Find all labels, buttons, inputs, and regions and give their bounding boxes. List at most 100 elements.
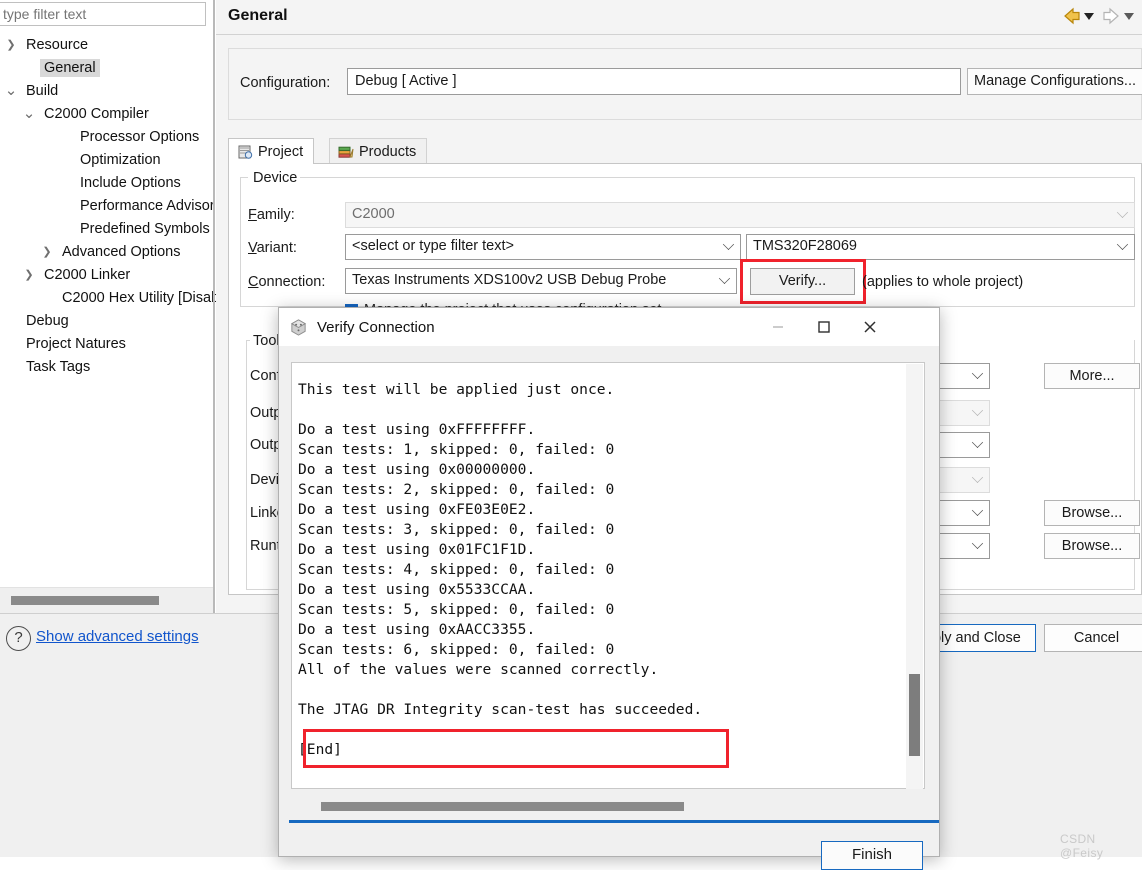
tree-item-label: C2000 Linker — [44, 266, 131, 283]
tree-item-project-natures[interactable]: Project Natures — [0, 332, 214, 355]
device-group-border-right — [298, 177, 1135, 178]
connection-label: Connection: — [248, 274, 326, 290]
title-rule — [216, 34, 1142, 35]
dialog-body: This test will be applied just once. Do … — [279, 346, 939, 870]
variant-label: Variant: — [248, 240, 297, 256]
verify-button-highlight — [740, 259, 866, 304]
chevron-down-icon — [971, 471, 984, 484]
tree-horizontal-scrollbar[interactable] — [0, 587, 214, 613]
tree-item-label: Predefined Symbols — [80, 220, 210, 237]
close-icon[interactable] — [847, 308, 893, 346]
tree-item-debug[interactable]: Debug — [0, 309, 214, 332]
watermark: CSDN @Feisy — [1060, 832, 1104, 860]
tab-project-label: Project — [258, 143, 304, 160]
dialog-separator — [289, 820, 939, 823]
tree-item-general[interactable]: General — [0, 56, 214, 79]
variant-combo[interactable]: TMS320F28069 — [746, 234, 1135, 260]
settings-row-button[interactable]: More... — [1044, 363, 1140, 389]
connection-combo[interactable]: Texas Instruments XDS100v2 USB Debug Pro… — [345, 268, 737, 294]
forward-arrow-icon — [1103, 7, 1119, 25]
cancel-button[interactable]: Cancel — [1044, 624, 1142, 652]
log-vertical-scrollbar[interactable] — [906, 364, 923, 789]
family-label: Family: — [248, 207, 295, 223]
chevron-right-icon[interactable]: ❯ — [36, 245, 58, 258]
minimize-icon[interactable] — [755, 308, 801, 346]
ti-cube-icon — [290, 318, 307, 336]
tab-products[interactable]: Products — [329, 138, 428, 164]
variant-value: TMS320F28069 — [753, 238, 857, 254]
variant-filter-combo[interactable]: <select or type filter text> — [345, 234, 741, 260]
log-vertical-scroll-thumb[interactable] — [909, 674, 920, 756]
chevron-down-icon — [971, 436, 984, 449]
tree-item-build[interactable]: ⌄ Build — [0, 79, 214, 102]
log-horizontal-scroll-thumb[interactable] — [321, 802, 684, 811]
maximize-icon[interactable] — [801, 308, 847, 346]
settings-tree-panel: ❯ Resource General ⌄ Build ⌄ C2000 Compiler Pro… — [0, 0, 219, 613]
tree-item-label: Debug — [26, 312, 69, 329]
settings-tree[interactable]: ❯ Resource General ⌄ Build ⌄ C2000 Compiler Pro… — [0, 33, 219, 378]
show-advanced-settings-link[interactable]: Show advanced settings — [36, 628, 199, 645]
filter-input[interactable] — [0, 2, 206, 26]
verify-connection-dialog: Verify Connection This test will be appl… — [278, 307, 940, 870]
chevron-down-icon — [718, 272, 731, 285]
log-horizontal-scrollbar[interactable] — [291, 797, 925, 819]
tab-project[interactable]: Project — [228, 138, 315, 164]
navigation-toolbar[interactable] — [1060, 5, 1142, 27]
tree-item-optimization[interactable]: Optimization — [0, 148, 214, 171]
family-value: C2000 — [352, 206, 395, 222]
tree-item-c2000-hex-utility-disab[interactable]: C2000 Hex Utility [Disab — [0, 286, 219, 309]
tree-item-advanced-options[interactable]: ❯ Advanced Options — [0, 240, 214, 263]
tree-hscroll-thumb[interactable] — [11, 596, 159, 605]
panel-divider — [213, 0, 215, 613]
connection-note: (applies to whole project) — [862, 274, 1024, 290]
dialog-title: Verify Connection — [317, 318, 435, 336]
tree-item-resource[interactable]: ❯ Resource — [0, 33, 214, 56]
device-group-legend: Device — [250, 170, 301, 186]
finish-button[interactable]: Finish — [821, 841, 923, 870]
chevron-down-icon — [1116, 238, 1129, 251]
device-group-border-left — [240, 177, 248, 178]
settings-row-button[interactable]: Browse... — [1044, 533, 1140, 559]
tree-item-task-tags[interactable]: Task Tags — [0, 355, 214, 378]
chevron-right-icon[interactable]: ❯ — [0, 38, 22, 51]
variant-filter-value: <select or type filter text> — [352, 238, 514, 254]
tree-item-label: General — [40, 58, 100, 77]
products-icon — [338, 146, 354, 158]
tree-item-processor-options[interactable]: Processor Options — [0, 125, 214, 148]
chevron-right-icon[interactable]: ❯ — [18, 268, 40, 281]
back-dropdown-icon — [1084, 13, 1094, 20]
manage-configurations-button[interactable]: Manage Configurations... — [967, 68, 1142, 95]
settings-row-button[interactable]: Browse... — [1044, 500, 1140, 526]
tree-item-label: Project Natures — [26, 335, 126, 352]
chevron-down-icon[interactable]: ⌄ — [0, 83, 22, 98]
tree-item-performance-advisor[interactable]: Performance Advisor — [0, 194, 215, 217]
chevron-down-icon — [971, 504, 984, 517]
connection-value: Texas Instruments XDS100v2 USB Debug Pro… — [352, 272, 667, 288]
tree-item-include-options[interactable]: Include Options — [0, 171, 214, 194]
tree-item-c2000-compiler[interactable]: ⌄ C2000 Compiler — [0, 102, 214, 125]
tree-item-label: Processor Options — [80, 128, 200, 145]
tree-item-label: Build — [26, 82, 59, 99]
tree-item-label: C2000 Hex Utility [Disab — [62, 289, 220, 306]
chevron-down-icon — [1116, 206, 1129, 219]
dialog-titlebar[interactable]: Verify Connection — [279, 308, 939, 346]
configuration-value: Debug [ Active ] — [355, 73, 457, 89]
tree-item-c2000-linker[interactable]: ❯ C2000 Linker — [0, 263, 214, 286]
tree-item-predefined-symbols[interactable]: Predefined Symbols — [0, 217, 214, 240]
tree-item-label: Advanced Options — [62, 243, 181, 260]
chevron-down-icon — [971, 404, 984, 417]
chevron-down-icon — [971, 367, 984, 380]
tab-products-label: Products — [359, 143, 417, 160]
chevron-down-icon — [722, 238, 735, 251]
tree-item-label: C2000 Compiler — [44, 105, 149, 122]
tree-item-label: Performance Advisor — [80, 197, 215, 214]
help-icon[interactable]: ? — [6, 626, 31, 651]
tree-item-label: Optimization — [80, 151, 161, 168]
tree-item-label: Include Options — [80, 174, 181, 191]
tree-item-label: Resource — [26, 36, 89, 53]
configuration-label: Configuration: — [240, 75, 331, 91]
configuration-combo[interactable]: Debug [ Active ] — [347, 68, 961, 95]
forward-dropdown-icon — [1124, 13, 1134, 20]
back-arrow-icon — [1064, 7, 1080, 25]
chevron-down-icon[interactable]: ⌄ — [18, 106, 40, 121]
